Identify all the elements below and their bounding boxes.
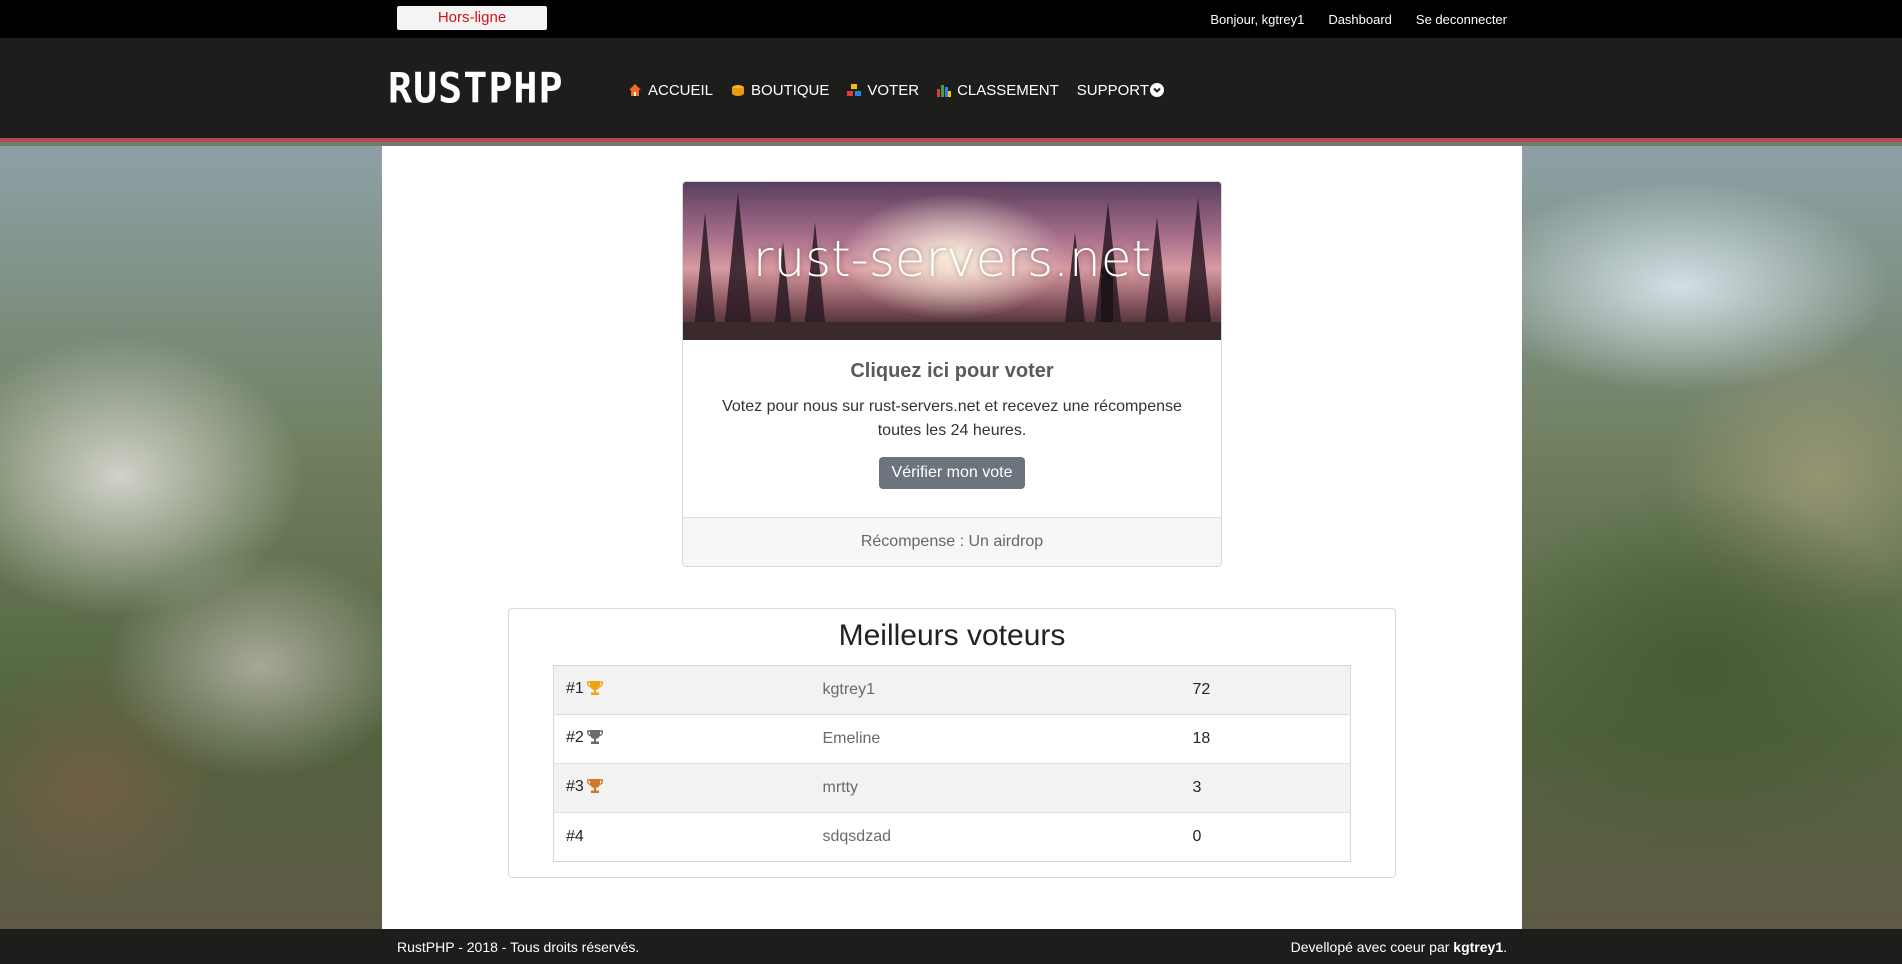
top-bar: Hors-ligne Bonjour, kgtrey1 Dashboard Se… — [0, 0, 1902, 38]
rank-cell: #4 — [553, 812, 811, 862]
rank-cell: #3 — [553, 763, 811, 813]
top-voters-title: Meilleurs voteurs — [838, 619, 1066, 652]
vote-count: 3 — [1180, 763, 1351, 813]
credits-suffix: . — [1503, 939, 1507, 955]
page-footer: RustPHP - 2018 - Tous droits réservés. D… — [0, 929, 1902, 964]
banner-title: rust-servers.net — [752, 230, 1152, 288]
credits-text: Devellopé avec coeur par kgtrey1. — [1291, 939, 1507, 955]
vote-card-body: Cliquez ici pour voter Votez pour nous s… — [683, 340, 1221, 489]
nav-item-boutique[interactable]: BOUTIQUE — [731, 82, 829, 99]
dashboard-link[interactable]: Dashboard — [1328, 12, 1392, 27]
trophy-icon — [586, 729, 603, 749]
vote-boxes-icon — [847, 83, 862, 97]
main-nav: ACCUEIL BOUTIQUE VOTER CLASSEMENT SUPPOR… — [628, 38, 1165, 142]
reward-text: Récompense : Un airdrop — [683, 517, 1221, 566]
rank-text: #4 — [566, 828, 584, 845]
nav-label: ACCUEIL — [648, 81, 714, 99]
vote-card-title: Cliquez ici pour voter — [850, 360, 1054, 382]
trophy-icon — [586, 778, 603, 798]
voter-name: mrtty — [810, 763, 1181, 813]
credits-prefix: Devellopé avec coeur par — [1290, 939, 1454, 955]
vote-card: rust-servers.net Cliquez ici pour voter … — [682, 181, 1222, 567]
site-logo[interactable]: RUSTPHP — [388, 67, 564, 111]
rank-cell: #1 — [553, 665, 811, 715]
voter-name: kgtrey1 — [810, 665, 1181, 715]
table-row: #1 kgtrey1 72 — [553, 665, 1351, 715]
rank-text: #3 — [566, 778, 584, 795]
rank-cell: #2 — [553, 714, 811, 764]
bar-chart-icon — [937, 83, 952, 97]
nav-item-accueil[interactable]: ACCUEIL — [628, 82, 713, 99]
nav-label: SUPPORT — [1076, 81, 1150, 99]
chevron-down-icon — [1150, 83, 1165, 97]
table-row: #3 mrtty 3 — [553, 763, 1351, 813]
nav-item-support[interactable]: SUPPORT — [1076, 81, 1165, 99]
rank-text: #1 — [566, 680, 584, 697]
nav-item-classement[interactable]: CLASSEMENT — [937, 82, 1059, 99]
nav-item-voter[interactable]: VOTER — [847, 82, 919, 99]
table-row: #4 sdqsdzad 0 — [553, 812, 1351, 862]
vote-card-text: Votez pour nous sur rust-servers.net et … — [722, 398, 1182, 439]
nav-label: CLASSEMENT — [957, 81, 1059, 99]
nav-label: BOUTIQUE — [751, 81, 830, 99]
coins-icon — [731, 83, 745, 97]
vote-count: 0 — [1180, 812, 1351, 862]
vote-banner[interactable]: rust-servers.net — [683, 182, 1221, 340]
vote-count: 72 — [1180, 665, 1351, 715]
top-voters-table: #1 kgtrey1 72 #2 Emeline 18 #3 mrtty 3 #… — [553, 665, 1351, 862]
nav-label: VOTER — [867, 81, 920, 99]
voter-name: sdqsdzad — [810, 812, 1181, 862]
credits-author: kgtrey1 — [1453, 939, 1504, 955]
main-content: rust-servers.net Cliquez ici pour voter … — [382, 146, 1522, 929]
top-links: Bonjour, kgtrey1 Dashboard Se deconnecte… — [1210, 0, 1507, 38]
home-icon — [628, 83, 642, 97]
trophy-icon — [586, 680, 603, 700]
table-row: #2 Emeline 18 — [553, 714, 1351, 764]
copyright-text: RustPHP - 2018 - Tous droits réservés. — [397, 939, 640, 955]
server-status-badge: Hors-ligne — [397, 6, 547, 30]
verify-vote-button[interactable]: Vérifier mon vote — [878, 457, 1026, 489]
top-voters-panel: Meilleurs voteurs #1 kgtrey1 72 #2 Emeli… — [508, 608, 1396, 878]
logout-link[interactable]: Se deconnecter — [1416, 12, 1507, 27]
greeting-link[interactable]: Bonjour, kgtrey1 — [1210, 12, 1304, 27]
voter-name: Emeline — [810, 714, 1181, 764]
main-navbar: RUSTPHP ACCUEIL BOUTIQUE VOTER CLASSEMEN… — [0, 38, 1902, 142]
rank-text: #2 — [566, 729, 584, 746]
vote-count: 18 — [1180, 714, 1351, 764]
